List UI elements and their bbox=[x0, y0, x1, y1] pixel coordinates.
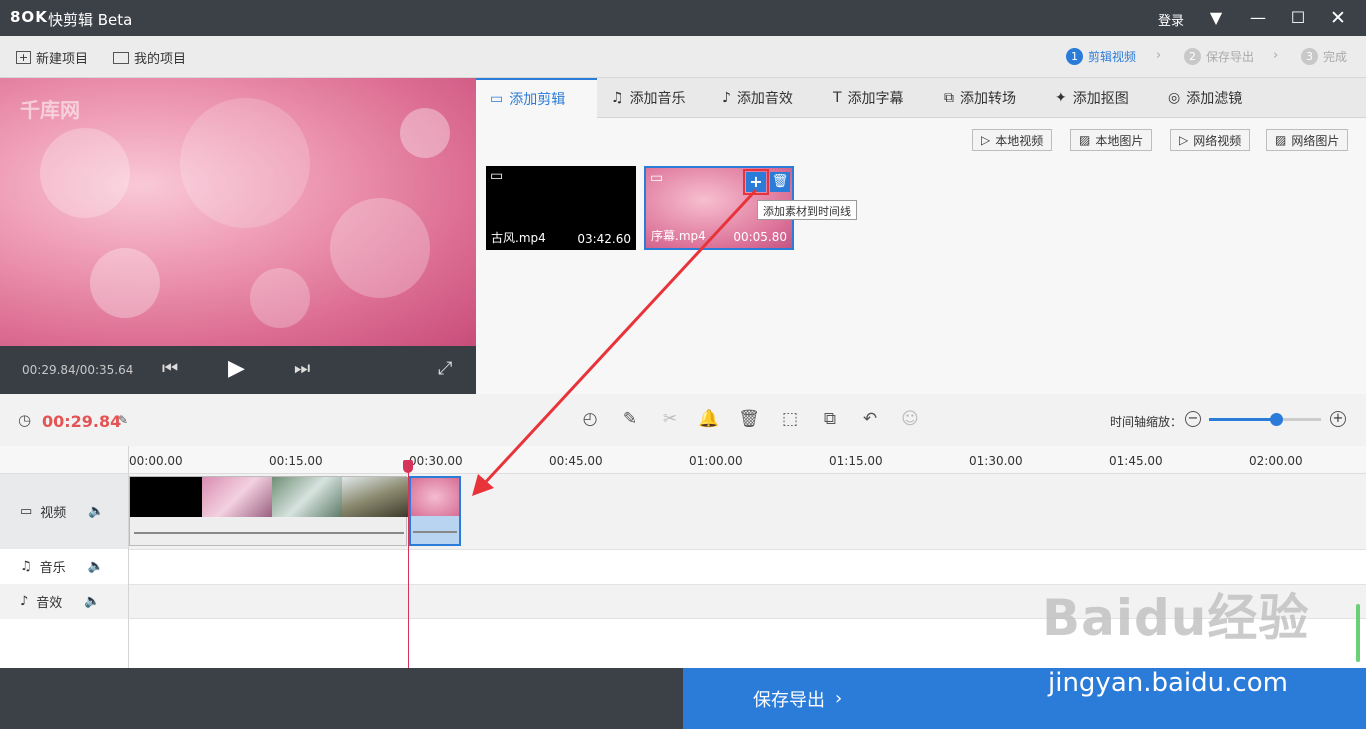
baidu-watermark: Baidu经验 bbox=[1042, 589, 1310, 647]
baidu-watermark-url: jingyan.baidu.com bbox=[1048, 668, 1288, 698]
save-export-label: 保存导出 bbox=[753, 689, 825, 711]
chevron-right-icon: › bbox=[835, 688, 843, 709]
